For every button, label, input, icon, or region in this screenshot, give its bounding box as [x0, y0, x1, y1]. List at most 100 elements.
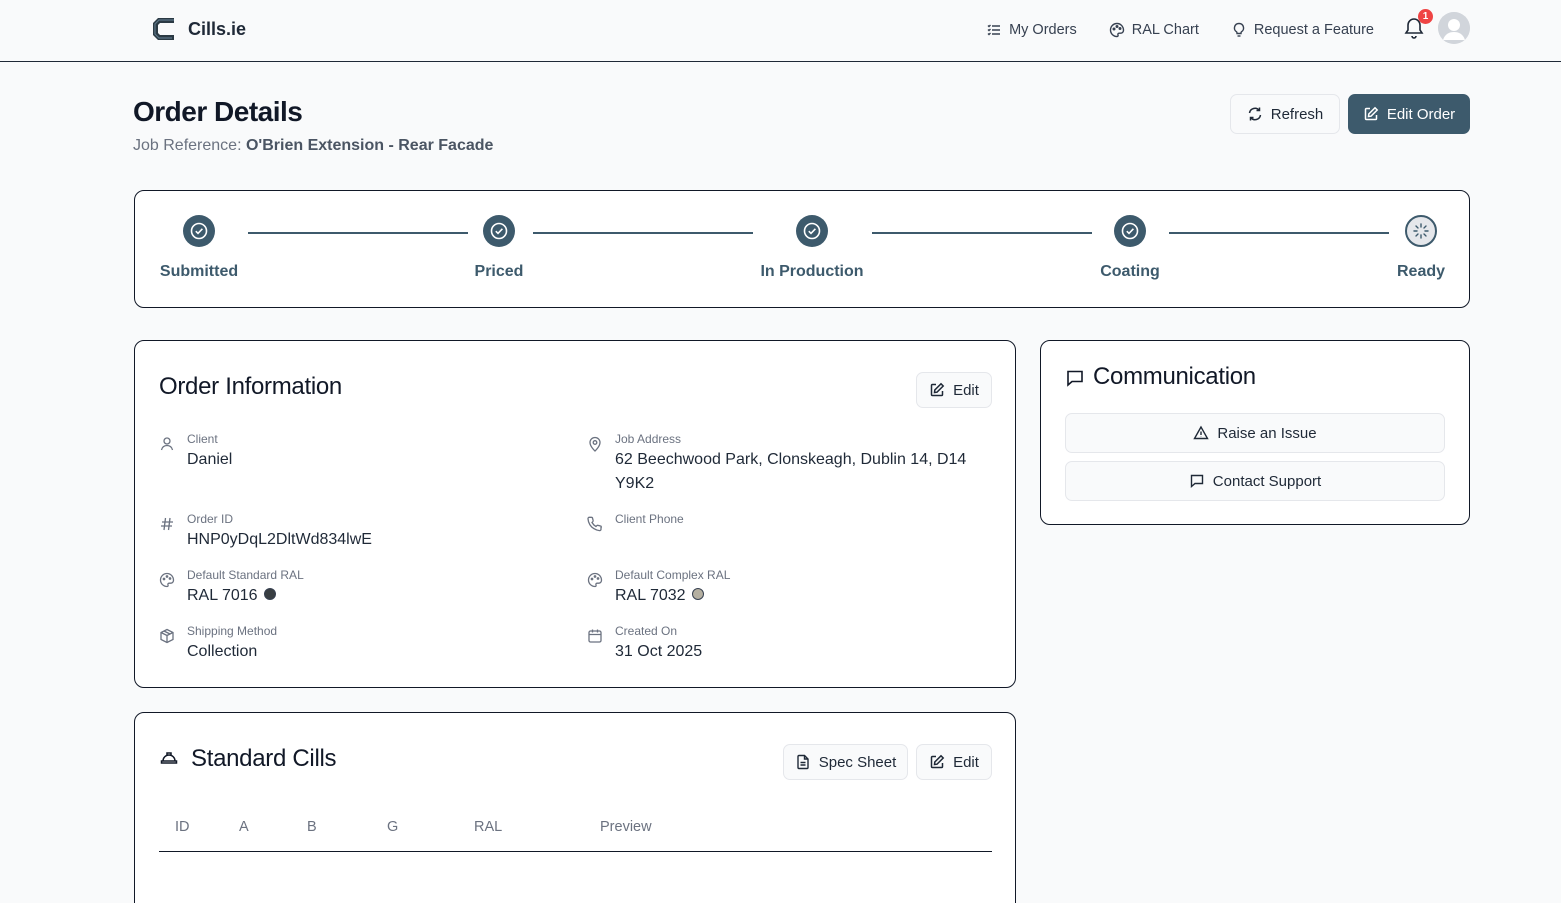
edit-icon [930, 754, 945, 769]
package-icon [160, 628, 174, 644]
progress-line [872, 232, 1092, 234]
alert-triangle-icon [1193, 425, 1210, 440]
job-reference-label: Job Reference: [133, 137, 242, 154]
palette-icon [1109, 22, 1124, 38]
nav-ral-chart[interactable]: RAL Chart [1109, 22, 1199, 38]
column-header-ral[interactable]: RAL [474, 819, 502, 835]
edit-order-button[interactable]: Edit Order [1348, 94, 1470, 134]
field-client-phone: Client Phone [587, 512, 987, 552]
default-standard-ral-label: Default Standard RAL [187, 568, 304, 582]
communication-card: Communication Raise an Issue Contact Sup… [1040, 340, 1470, 525]
column-header-g[interactable]: G [387, 819, 398, 835]
field-default-complex-ral: Default Complex RAL RAL 7032 [587, 568, 987, 608]
standard-ral-swatch [263, 588, 276, 601]
shipping-method-label: Shipping Method [187, 624, 278, 638]
client-label: Client [187, 432, 218, 446]
user-icon [160, 437, 174, 451]
created-on-label: Created On [615, 624, 678, 638]
spec-sheet-button[interactable]: Spec Sheet [783, 744, 908, 780]
default-standard-ral-value: RAL 7016 [187, 587, 258, 604]
nav-my-orders[interactable]: My Orders [986, 22, 1077, 38]
communication-title: Communication [1093, 363, 1256, 390]
hash-icon [161, 517, 173, 531]
step-submitted-check-icon [183, 215, 215, 247]
step-in-production-check-icon [796, 215, 828, 247]
field-order-id: Order ID HNP0yDqL2DltWd834lwE [159, 512, 559, 552]
client-value: Daniel [187, 451, 233, 468]
lightbulb-icon [1233, 22, 1245, 37]
file-text-icon [797, 754, 809, 770]
palette-icon [587, 572, 603, 588]
step-ready-loader-icon [1405, 215, 1437, 247]
step-coating-check-icon [1114, 215, 1146, 247]
top-navbar: Cills.ie My Orders RAL Chart Request a F… [0, 0, 1561, 62]
brand-name: Cills.ie [188, 18, 247, 39]
job-address-value: 62 Beechwood Park, Clonskeagh, Dublin 14… [615, 451, 967, 492]
standard-cills-title: Standard Cills [191, 745, 337, 772]
field-client: Client Daniel [159, 432, 559, 472]
nav-ral-chart-label: RAL Chart [1131, 22, 1199, 38]
contact-support-button[interactable]: Contact Support [1065, 461, 1445, 501]
map-pin-icon [589, 436, 601, 452]
job-reference-value: O'Brien Extension - Rear Facade [245, 137, 494, 154]
created-on-value: 31 Oct 2025 [615, 643, 703, 660]
raise-issue-button[interactable]: Raise an Issue [1065, 413, 1445, 453]
message-square-icon [1067, 370, 1083, 387]
job-address-label: Job Address [615, 432, 682, 446]
message-square-icon [1190, 474, 1203, 489]
complex-ral-swatch [691, 588, 704, 601]
edit-icon [1364, 106, 1379, 121]
raise-issue-label: Raise an Issue [1217, 424, 1317, 442]
edit-order-label: Edit Order [1386, 105, 1456, 123]
client-phone-label: Client Phone [615, 512, 684, 526]
refresh-icon [1248, 107, 1261, 121]
page-title: Order Details [133, 96, 303, 127]
step-ready-label: Ready [1396, 263, 1446, 280]
spec-sheet-label: Spec Sheet [818, 753, 897, 771]
cills-logo-icon [153, 18, 174, 40]
step-submitted-label: Submitted [159, 263, 239, 280]
phone-icon [587, 516, 602, 532]
order-info-edit-button[interactable]: Edit [916, 372, 992, 408]
order-progress-card: Submitted Priced In Production Coating R… [134, 190, 1470, 308]
calendar-icon [588, 629, 602, 643]
main-nav: My Orders RAL Chart Request a Feature [986, 0, 1374, 60]
column-header-id[interactable]: ID [175, 819, 190, 835]
order-information-title: Order Information [159, 373, 342, 400]
list-icon [987, 24, 1001, 36]
default-complex-ral-value-wrap: RAL 7032 [615, 584, 704, 608]
field-default-standard-ral: Default Standard RAL RAL 7016 [159, 568, 559, 608]
standard-cills-edit-label: Edit [953, 753, 979, 771]
order-id-label: Order ID [187, 512, 234, 526]
job-reference: Job Reference: O'Brien Extension - Rear … [133, 137, 493, 155]
shipping-method-value: Collection [187, 643, 258, 660]
default-complex-ral-value: RAL 7032 [615, 587, 686, 604]
contact-support-label: Contact Support [1212, 472, 1322, 490]
step-priced-check-icon [483, 215, 515, 247]
column-header-a[interactable]: A [239, 819, 249, 835]
field-job-address: Job Address 62 Beechwood Park, Clonskeag… [587, 432, 987, 496]
step-coating-label: Coating [1100, 263, 1160, 280]
user-avatar-icon [1438, 12, 1470, 44]
refresh-label: Refresh [1270, 105, 1324, 123]
table-header-divider [159, 851, 992, 852]
refresh-button[interactable]: Refresh [1230, 94, 1340, 134]
field-created-on: Created On 31 Oct 2025 [587, 624, 987, 664]
palette-icon [159, 572, 175, 588]
default-complex-ral-label: Default Complex RAL [615, 568, 731, 582]
standard-cills-edit-button[interactable]: Edit [916, 744, 992, 780]
column-header-preview[interactable]: Preview [600, 819, 652, 835]
hard-hat-icon [160, 752, 178, 764]
field-shipping-method: Shipping Method Collection [159, 624, 559, 664]
standard-cills-card: Standard Cills Spec Sheet Edit ID A B G … [134, 712, 1016, 903]
order-info-edit-label: Edit [953, 381, 979, 399]
step-priced-label: Priced [474, 263, 524, 280]
nav-request-feature[interactable]: Request a Feature [1231, 22, 1374, 38]
notification-badge: 1 [1418, 9, 1433, 24]
step-in-production-label: In Production [760, 263, 864, 280]
progress-line [248, 232, 468, 234]
brand[interactable]: Cills.ie [150, 14, 246, 44]
nav-my-orders-label: My Orders [1009, 22, 1077, 38]
avatar[interactable] [1438, 12, 1470, 44]
column-header-b[interactable]: B [307, 819, 317, 835]
